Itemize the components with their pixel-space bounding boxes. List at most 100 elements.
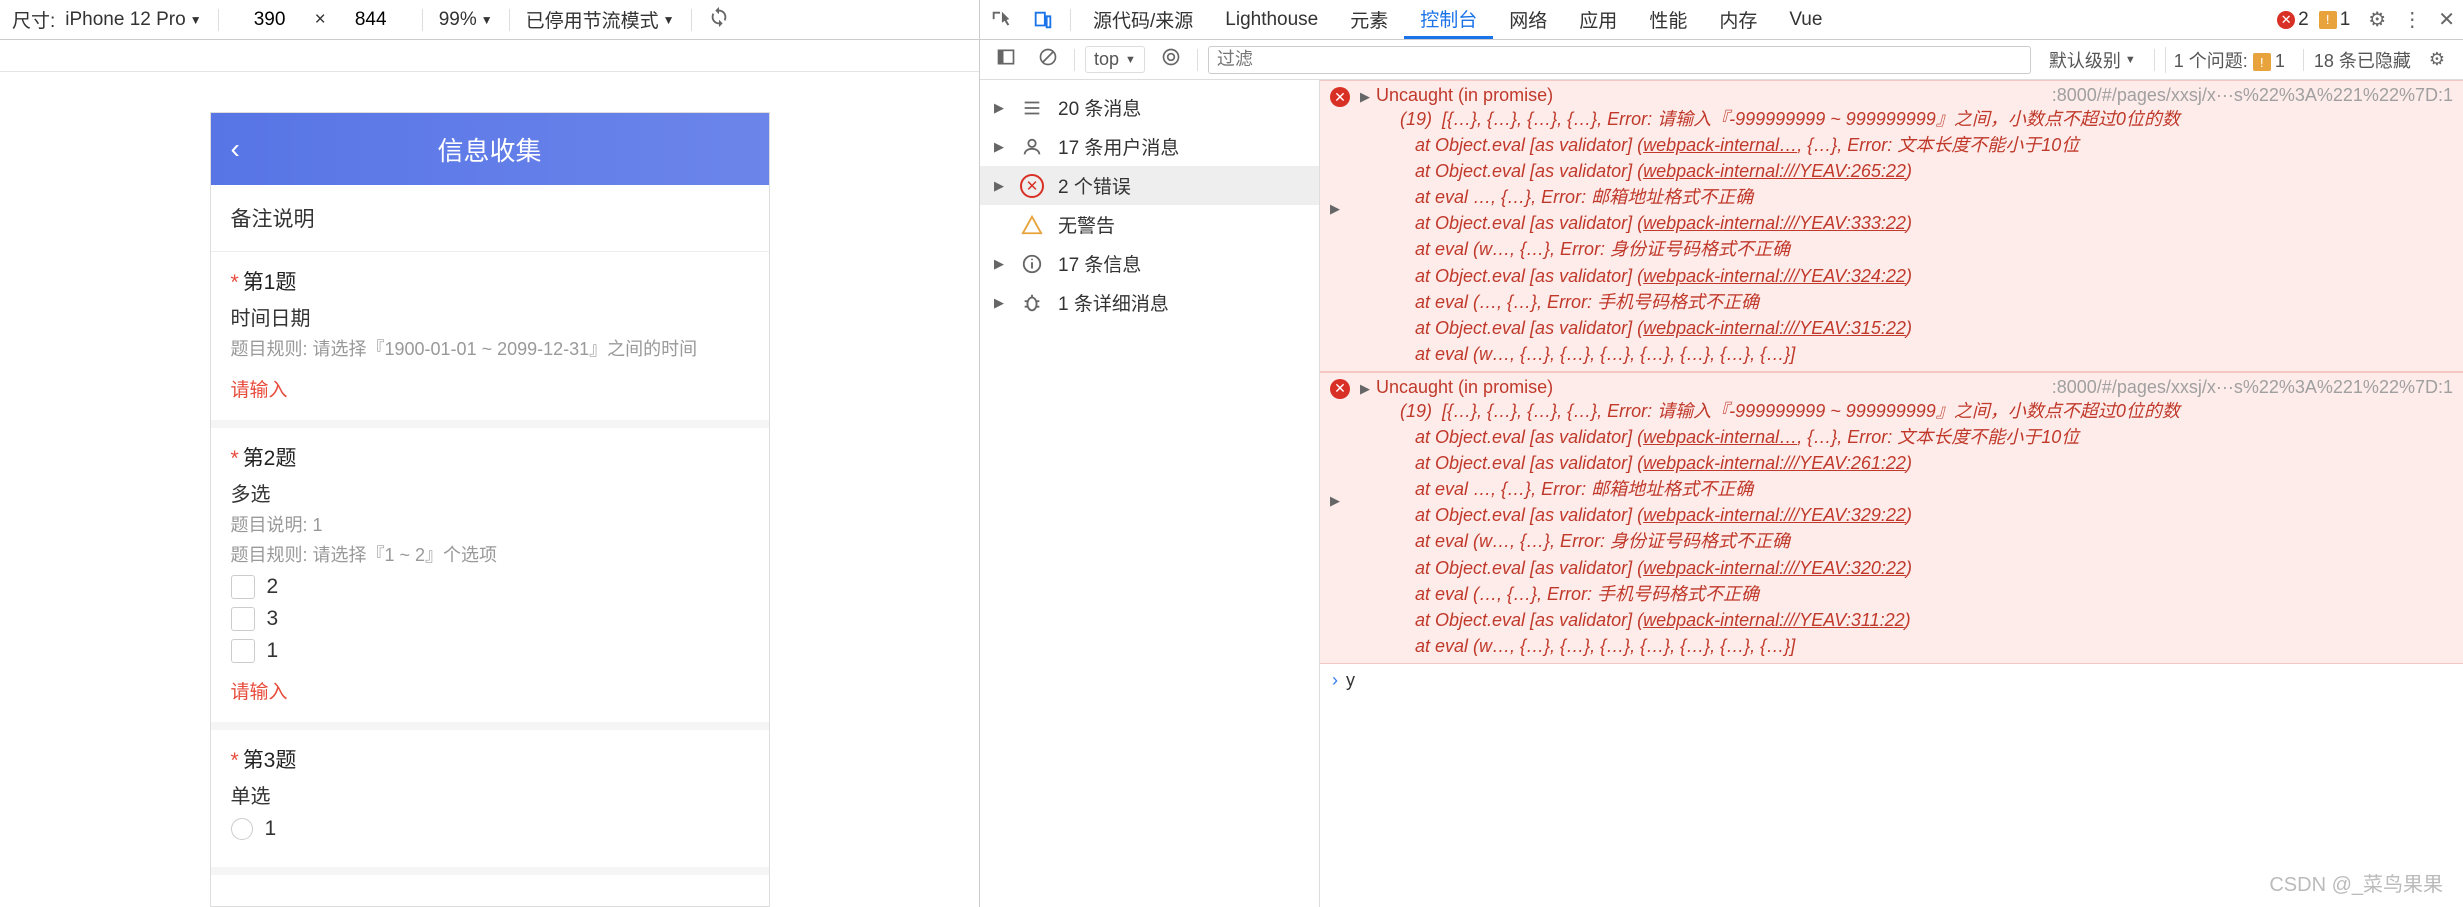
chevron-down-icon: ▼ [1125, 54, 1136, 66]
source-link[interactable]: :8000/#/pages/xxsj/x···s%22%3A%221%22%7D… [2052, 377, 2453, 398]
expand-icon[interactable]: ▶ [1330, 493, 1340, 509]
warn-counter[interactable]: !1 [2319, 9, 2351, 31]
console-prompt[interactable]: › y [1320, 664, 2463, 697]
list-icon [1020, 96, 1044, 120]
source-link[interactable]: :8000/#/pages/xxsj/x···s%22%3A%221%22%7D… [2052, 85, 2453, 106]
close-icon[interactable]: ✕ [2430, 7, 2463, 32]
q2-subtitle: 多选 [231, 478, 749, 507]
q3-option[interactable]: 1 [231, 817, 749, 841]
throttle-value: 已停用节流模式 [526, 6, 659, 33]
tab-lighthouse[interactable]: Lighthouse [1209, 0, 1334, 39]
stack-trace: (19) [{…}, {…}, {…}, {…}, Error: 请输入『-99… [1360, 106, 2453, 367]
zoom-value: 99% [439, 9, 477, 31]
inspect-icon[interactable] [980, 0, 1022, 39]
separator [218, 9, 219, 31]
checkbox-icon[interactable] [231, 607, 255, 631]
devtools-tabs: 源代码/来源 Lighthouse 元素 控制台 网络 应用 性能 内存 Vue… [980, 0, 2463, 40]
tab-application[interactable]: 应用 [1563, 0, 1633, 39]
error-icon: ✕ [2277, 11, 2295, 29]
sidebar-warnings[interactable]: 无警告 [980, 205, 1319, 244]
separator [691, 9, 692, 31]
q3-title: *第3题 [231, 744, 749, 774]
width-input[interactable] [235, 9, 305, 31]
user-icon [1020, 135, 1044, 159]
tab-performance[interactable]: 性能 [1633, 0, 1703, 39]
q2-input[interactable]: 请输入 [231, 677, 749, 704]
separator [422, 9, 423, 31]
context-dropdown[interactable]: top▼ [1085, 46, 1145, 73]
hidden-count[interactable]: 18 条已隐藏 [2314, 47, 2411, 73]
throttle-dropdown[interactable]: 已停用节流模式 ▼ [526, 6, 675, 33]
warning-icon [1020, 213, 1044, 237]
tab-elements[interactable]: 元素 [1334, 0, 1404, 39]
separator [1070, 9, 1071, 31]
q1-input[interactable]: 请输入 [231, 375, 749, 402]
tab-sources[interactable]: 源代码/来源 [1077, 0, 1209, 39]
sidebar-toggle-icon[interactable] [990, 47, 1022, 72]
console-sidebar: ▶20 条消息 ▶17 条用户消息 ▶✕2 个错误 无警告 ▶17 条信息 ▶1… [980, 80, 1320, 907]
stack-trace: (19) [{…}, {…}, {…}, {…}, Error: 请输入『-99… [1360, 398, 2453, 659]
zoom-dropdown[interactable]: 99% ▼ [439, 9, 493, 31]
error-icon: ✕ [1330, 87, 1350, 107]
device-toggle-icon[interactable] [1022, 0, 1064, 39]
clear-console-icon[interactable] [1032, 47, 1064, 72]
device-pane: 尺寸: iPhone 12 Pro ▼ × 99% ▼ 已停用节流模式 ▼ ‹ … [0, 0, 980, 907]
remark-row[interactable]: 备注说明 [211, 185, 769, 252]
tab-vue[interactable]: Vue [1773, 0, 1838, 39]
sidebar-errors[interactable]: ▶✕2 个错误 [980, 166, 1319, 205]
gear-icon[interactable]: ⚙ [2360, 7, 2394, 32]
checkbox-icon[interactable] [231, 639, 255, 663]
q1-subtitle: 时间日期 [231, 302, 749, 331]
issues-link[interactable]: 1 个问题: !1 [2165, 47, 2293, 73]
tab-memory[interactable]: 内存 [1703, 0, 1773, 39]
bug-icon [1020, 291, 1044, 315]
device-dropdown[interactable]: iPhone 12 Pro ▼ [65, 9, 201, 31]
radio-icon[interactable] [231, 818, 253, 840]
question-2: *第2题 多选 题目说明: 1 题目规则: 请选择『1 ~ 2』个选项 2 3 … [211, 428, 769, 730]
error-message[interactable]: ✕ ▶ ▶Uncaught (in promise):8000/#/pages/… [1320, 80, 2463, 372]
sidebar-user[interactable]: ▶17 条用户消息 [980, 127, 1319, 166]
chevron-down-icon: ▼ [481, 13, 493, 27]
gear-icon[interactable]: ⚙ [2421, 49, 2453, 70]
warning-icon: ! [2253, 53, 2271, 71]
console-messages[interactable]: ✕ ▶ ▶Uncaught (in promise):8000/#/pages/… [1320, 80, 2463, 907]
tab-console[interactable]: 控制台 [1404, 0, 1493, 39]
back-icon[interactable]: ‹ [231, 133, 240, 165]
checkbox-icon[interactable] [231, 575, 255, 599]
q3-subtitle: 单选 [231, 780, 749, 809]
q2-desc: 题目说明: 1 [231, 511, 749, 537]
sidebar-messages[interactable]: ▶20 条消息 [980, 88, 1319, 127]
phone-frame: ‹ 信息收集 备注说明 *第1题 时间日期 题目规则: 请选择『1900-01-… [210, 112, 770, 907]
q1-title: *第1题 [231, 266, 749, 296]
q2-option[interactable]: 3 [231, 607, 749, 631]
warning-icon: ! [2319, 11, 2337, 29]
level-dropdown[interactable]: 默认级别▼ [2041, 45, 2144, 75]
console-toolbar: top▼ 默认级别▼ 1 个问题: !1 18 条已隐藏 ⚙ [980, 40, 2463, 80]
q2-option[interactable]: 2 [231, 575, 749, 599]
size-label: 尺寸: [12, 6, 55, 33]
expand-icon[interactable]: ▶ [1330, 201, 1340, 217]
device-name: iPhone 12 Pro [65, 9, 185, 31]
chevron-down-icon: ▼ [190, 13, 202, 27]
separator [509, 9, 510, 31]
height-input[interactable] [336, 9, 406, 31]
kebab-icon[interactable]: ⋮ [2394, 7, 2430, 32]
filter-input[interactable] [1208, 46, 2031, 74]
q2-rule: 题目规则: 请选择『1 ~ 2』个选项 [231, 541, 749, 567]
chevron-down-icon: ▼ [663, 13, 675, 27]
prompt-text: y [1346, 670, 1355, 691]
device-toolbar: 尺寸: iPhone 12 Pro ▼ × 99% ▼ 已停用节流模式 ▼ [0, 0, 979, 40]
info-icon [1020, 252, 1044, 276]
error-icon: ✕ [1330, 379, 1350, 399]
q2-title: *第2题 [231, 442, 749, 472]
watermark: CSDN @_菜鸟果果 [2269, 868, 2443, 897]
times-label: × [315, 9, 326, 31]
error-message[interactable]: ✕ ▶ ▶Uncaught (in promise):8000/#/pages/… [1320, 372, 2463, 664]
sidebar-info[interactable]: ▶17 条信息 [980, 244, 1319, 283]
error-counter[interactable]: ✕2 [2277, 9, 2309, 31]
tab-network[interactable]: 网络 [1493, 0, 1563, 39]
q2-option[interactable]: 1 [231, 639, 749, 663]
rotate-icon[interactable] [708, 6, 730, 34]
sidebar-verbose[interactable]: ▶1 条详细消息 [980, 283, 1319, 322]
live-expression-icon[interactable] [1155, 47, 1187, 72]
